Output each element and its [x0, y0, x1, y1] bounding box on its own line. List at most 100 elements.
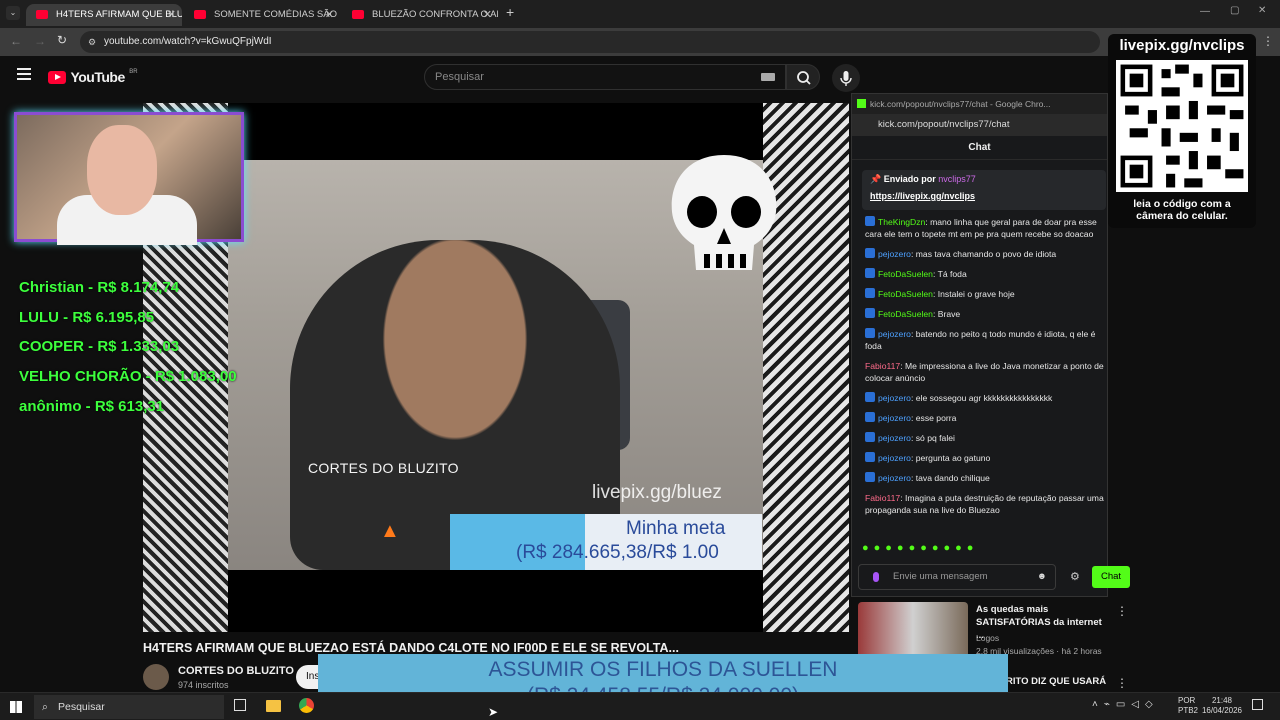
- youtube-logo-text: YouTube: [70, 69, 125, 85]
- hamburger-menu-icon[interactable]: [17, 68, 31, 80]
- kick-window-titlebar: kick.com/popout/nvclips77/chat - Google …: [852, 94, 1107, 114]
- youtube-logo[interactable]: YouTube BR: [48, 69, 138, 87]
- suggestion-2-title[interactable]: RITO DIZ QUE USARÁ: [1006, 676, 1106, 687]
- reload-icon[interactable]: ↻: [57, 33, 67, 47]
- windows-start-icon[interactable]: [10, 701, 22, 713]
- user-badge-icon: [865, 308, 875, 318]
- chat-send-button[interactable]: Chat: [1092, 566, 1130, 588]
- taskbar-search[interactable]: ⌕ Pesquisar: [34, 695, 224, 719]
- kick-logo-icon: [857, 99, 866, 108]
- chat-username[interactable]: pejozero: [878, 249, 911, 259]
- youtube-favicon-icon: [36, 10, 48, 19]
- tab-1-label: H4TERS AFIRMAM QUE BLU: [56, 9, 182, 20]
- user-badge-icon: [865, 248, 875, 258]
- chat-text: só pq falei: [915, 433, 955, 443]
- chat-text: ele sossegou agr kkkkkkkkkkkkkkkk: [915, 393, 1053, 403]
- tab-2[interactable]: SOMENTE COMÉDIAS SÃO HA ✕: [184, 4, 340, 26]
- language-indicator[interactable]: POR PTB2: [1178, 696, 1198, 716]
- url-field[interactable]: ⚙ youtube.com/watch?v=kGwuQFpjWdI: [80, 31, 1100, 53]
- user-badge-icon: [865, 452, 875, 462]
- maximize-icon[interactable]: ▢: [1230, 5, 1239, 16]
- minimize-icon[interactable]: —: [1200, 6, 1210, 17]
- kick-url-bar[interactable]: kick.com/popout/nvclips77/chat: [852, 114, 1107, 136]
- voice-search-button[interactable]: [832, 64, 860, 92]
- close-tab-icon[interactable]: ✕: [325, 4, 334, 26]
- qr-caption-line2: câmera do celular.: [1136, 210, 1228, 222]
- chat-text: tava dando chilique: [915, 473, 990, 483]
- new-tab-icon[interactable]: +: [506, 4, 514, 20]
- livepix-watermark: livepix.gg/bluez: [592, 482, 722, 503]
- fire-icon: ▲: [380, 520, 400, 542]
- site-info-icon[interactable]: ⚙: [88, 31, 96, 53]
- tray-icons[interactable]: ˄⌁▭◁◇: [1092, 699, 1159, 710]
- chat-username[interactable]: FetoDaSuelen: [878, 309, 933, 319]
- emote-bar[interactable]: ●●●●●●●●●●: [862, 542, 978, 554]
- language-line1: POR: [1178, 696, 1196, 705]
- chat-input[interactable]: Envie uma mensagem ☻: [858, 564, 1056, 590]
- search-input[interactable]: Pesquisar: [424, 64, 786, 90]
- windows-taskbar: ⌕ Pesquisar ➤ ˄⌁▭◁◇ POR PTB2 21:48 16/04…: [0, 692, 1280, 720]
- chat-message: pejozero: só pq falei: [865, 432, 1105, 444]
- qr-caption: leia o código com a câmera do celular.: [1108, 198, 1256, 222]
- chat-username[interactable]: pejozero: [878, 473, 911, 483]
- chat-username[interactable]: pejozero: [878, 433, 911, 443]
- chat-text: pergunta ao gatuno: [915, 453, 991, 463]
- search-button[interactable]: [786, 64, 820, 90]
- chat-username[interactable]: FetoDaSuelen: [878, 269, 933, 279]
- chat-input-placeholder: Envie uma mensagem: [893, 571, 988, 582]
- chat-username[interactable]: pejozero: [878, 413, 911, 423]
- qr-caption-line1: leia o código com a: [1133, 198, 1231, 210]
- user-badge-icon: [865, 328, 875, 338]
- chat-message: pejozero: mas tava chamando o povo de id…: [865, 248, 1105, 260]
- donor-line: VELHO CHORÃO - R$ 1.083,00: [19, 368, 237, 385]
- user-badge-icon: [865, 432, 875, 442]
- back-icon[interactable]: ←: [10, 34, 22, 48]
- suggestion-more-icon[interactable]: ⋮: [1116, 604, 1128, 618]
- search-icon: [797, 71, 811, 85]
- tab-search-icon[interactable]: ⌄: [6, 6, 20, 20]
- chat-text: Instalei o grave hoje: [937, 289, 1015, 299]
- suggestion-2-more-icon[interactable]: ⋮: [1116, 676, 1128, 690]
- close-tab-icon[interactable]: ✕: [483, 4, 492, 26]
- video-title: H4TERS AFIRMAM QUE BLUEZAO ESTÁ DANDO C4…: [143, 641, 679, 655]
- close-window-icon[interactable]: ✕: [1258, 5, 1266, 16]
- notifications-icon[interactable]: [1252, 699, 1263, 710]
- chat-settings-gear-icon[interactable]: ⚙: [1070, 570, 1080, 583]
- system-clock[interactable]: 21:48 16/04/2026: [1200, 696, 1244, 716]
- channel-avatar[interactable]: [143, 664, 169, 690]
- chat-username[interactable]: pejozero: [878, 393, 911, 403]
- taskbar-search-text: Pesquisar: [58, 701, 105, 713]
- chat-username[interactable]: pejozero: [878, 329, 911, 339]
- chat-message: TheKingDzn: mano linha que geral para de…: [865, 216, 1105, 240]
- forward-icon[interactable]: →: [34, 34, 46, 48]
- kick-url-text: kick.com/popout/nvclips77/chat: [878, 119, 1010, 130]
- emoji-icon[interactable]: ☻: [1037, 565, 1047, 589]
- webcam-overlay: [14, 112, 244, 245]
- chat-username[interactable]: Fabio117: [865, 361, 900, 371]
- chat-message: pejozero: ele sossegou agr kkkkkkkkkkkkk…: [865, 392, 1105, 404]
- chat-username[interactable]: Fabio117: [865, 493, 900, 503]
- tab-1[interactable]: H4TERS AFIRMAM QUE BLU ✕: [26, 4, 182, 26]
- chrome-icon[interactable]: [299, 698, 314, 713]
- big-goal-line1: ASSUMIR OS FILHOS DA SUELLEN: [488, 658, 838, 681]
- pinned-user: nvclips77: [938, 174, 976, 184]
- donor-line: COOPER - R$ 1.333,03: [19, 338, 180, 355]
- tab-3-label: BLUEZÃO CONFRONTA O AMA: [372, 9, 498, 20]
- tab-3[interactable]: BLUEZÃO CONFRONTA O AMA ✕: [342, 4, 498, 26]
- language-line2: PTB2: [1178, 706, 1199, 715]
- address-bar-row: ← → ↻ ⚙ youtube.com/watch?v=kGwuQFpjWdI …: [0, 28, 1280, 56]
- chat-username[interactable]: FetoDaSuelen: [878, 289, 933, 299]
- keyboard-icon[interactable]: [761, 73, 775, 81]
- chat-username[interactable]: pejozero: [878, 453, 911, 463]
- mouse-cursor-icon: ➤: [488, 705, 499, 719]
- close-tab-icon[interactable]: ✕: [167, 4, 176, 26]
- channel-name[interactable]: CORTES DO BLUZITO: [178, 665, 294, 677]
- menu-dots-icon[interactable]: ⋮: [1262, 34, 1274, 48]
- file-explorer-icon[interactable]: [266, 700, 281, 712]
- task-view-icon[interactable]: [234, 699, 246, 711]
- suggestion-channel[interactable]: Logos: [976, 633, 999, 643]
- goal-widget: Minha meta (R$ 284.665,38/R$ 1.00: [450, 514, 762, 570]
- clock-time: 21:48: [1211, 696, 1233, 705]
- pinned-link[interactable]: https://livepix.gg/nvclips: [870, 191, 1098, 201]
- chat-username[interactable]: TheKingDzn: [878, 217, 925, 227]
